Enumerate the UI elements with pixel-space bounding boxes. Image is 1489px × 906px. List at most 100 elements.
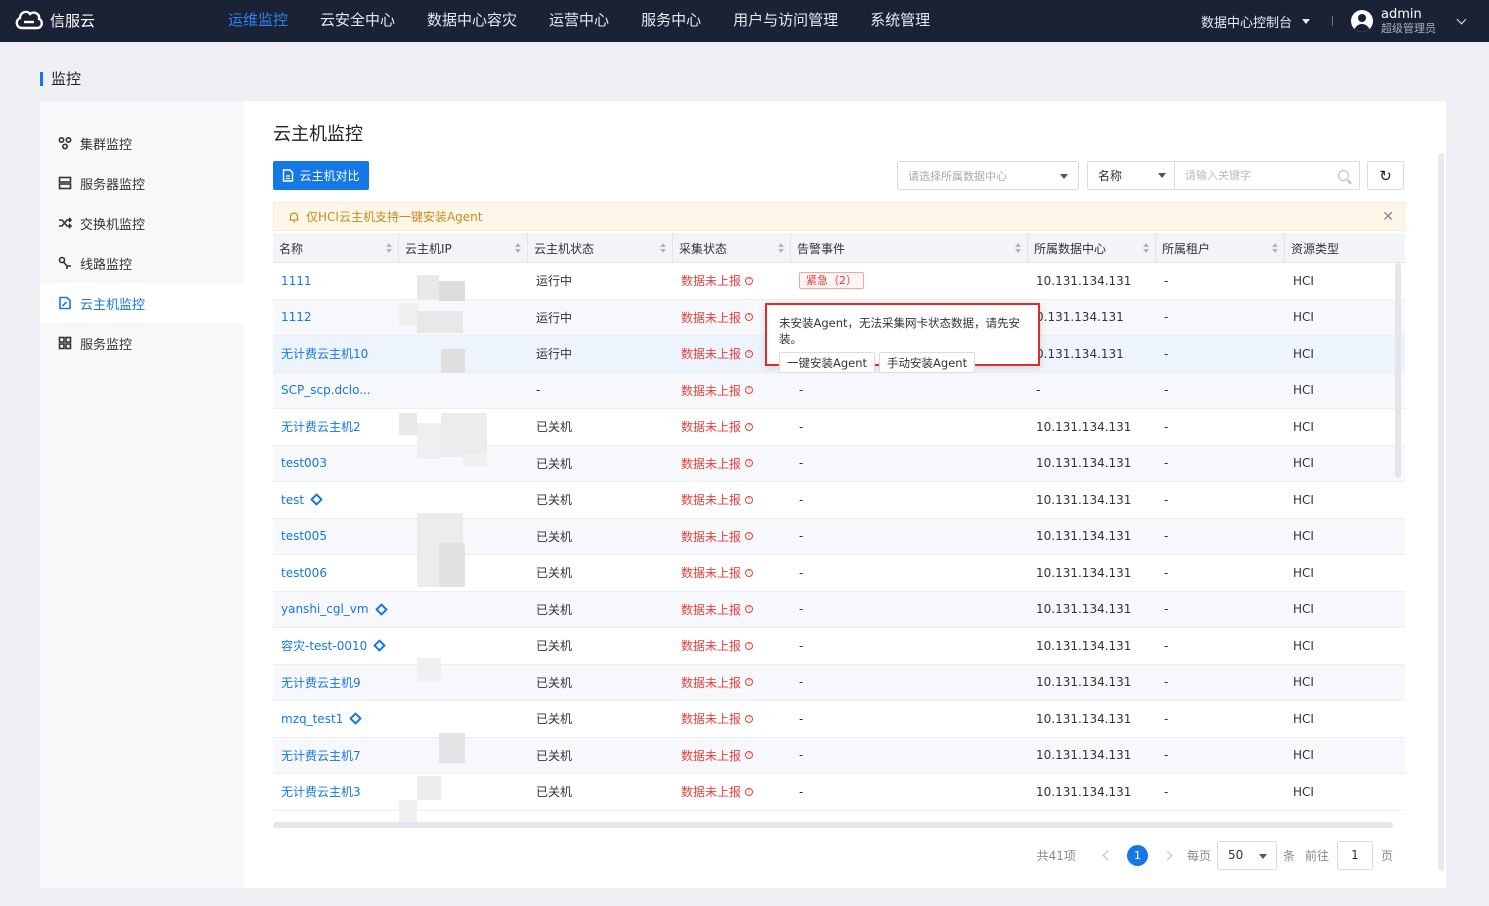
vm-name-link[interactable]: 无计费云主机9 xyxy=(281,674,361,691)
info-icon[interactable]: ! xyxy=(745,495,754,504)
nav-service-center[interactable]: 服务中心 xyxy=(625,0,717,42)
table-row[interactable]: 无计费云主机7 已关机 数据未上报! -10.131.134.131- HCI xyxy=(273,737,1405,774)
one-click-install-agent-button[interactable]: 一键安装Agent xyxy=(779,352,876,373)
info-icon[interactable]: ! xyxy=(745,459,754,468)
vm-name-cell[interactable]: 无计费云主机7 xyxy=(273,738,399,774)
sidebar-item-vm[interactable]: 云主机监控 xyxy=(40,283,244,323)
datacenter-select[interactable]: 请选择所属数据中心 xyxy=(897,161,1079,190)
brand-logo[interactable]: 信服云 xyxy=(14,8,95,32)
close-icon[interactable]: ✕ xyxy=(1382,209,1394,225)
nav-operation-center[interactable]: 运营中心 xyxy=(533,0,625,42)
info-icon[interactable]: ! xyxy=(745,386,754,395)
info-icon[interactable]: ! xyxy=(745,276,754,285)
nav-cloud-security[interactable]: 云安全中心 xyxy=(304,0,411,42)
column-header[interactable]: 名称 xyxy=(273,233,399,263)
page-size-select[interactable]: 50 xyxy=(1216,840,1277,870)
info-icon[interactable]: ! xyxy=(745,641,754,650)
table-row[interactable]: 容灾-test-0010 已关机 数据未上报! -10.131.134.131- HCI xyxy=(273,628,1405,665)
vm-name-cell[interactable]: test006 xyxy=(273,555,399,591)
table-row[interactable]: SCP_scp.dclo... - 数据未上报! - - - HCI xyxy=(273,372,1405,409)
info-icon[interactable]: ! xyxy=(745,313,754,322)
vm-name-link[interactable]: mzq_test1 xyxy=(281,712,343,726)
vm-name-cell[interactable]: 无计费云主机2 xyxy=(273,409,399,445)
column-header[interactable]: 所属租户 xyxy=(1156,233,1285,263)
vm-name-cell[interactable]: 1111 xyxy=(273,263,399,299)
sort-icon[interactable] xyxy=(386,243,392,253)
vm-name-link[interactable]: 容灾-test-0010 xyxy=(281,637,367,654)
info-icon[interactable]: ! xyxy=(745,714,754,723)
column-header[interactable]: 云主机IP xyxy=(399,233,528,263)
table-row[interactable]: test003 已关机 数据未上报! -10.131.134.131- HCI xyxy=(273,445,1405,482)
sidebar-item-server[interactable]: 服务器监控 xyxy=(40,163,244,203)
compare-vm-button[interactable]: 云主机对比 xyxy=(273,161,369,190)
vm-name-link[interactable]: test xyxy=(281,493,304,507)
nav-ops-monitor[interactable]: 运维监控 xyxy=(212,0,304,42)
sidebar-item-switch[interactable]: 交换机监控 xyxy=(40,203,244,243)
sort-icon[interactable] xyxy=(515,243,521,253)
column-header[interactable]: 采集状态 xyxy=(673,233,791,263)
collect-status-cell[interactable]: 数据未上报! xyxy=(673,263,791,299)
console-dropdown[interactable]: 数据中心控制台 xyxy=(1201,12,1310,31)
vm-name-cell[interactable]: 1112 xyxy=(273,300,399,336)
prev-page-icon[interactable] xyxy=(1102,850,1113,860)
vm-name-link[interactable]: test006 xyxy=(281,566,327,580)
next-page-icon[interactable] xyxy=(1162,850,1173,860)
vm-name-cell[interactable]: mzq_test1 xyxy=(273,701,399,737)
table-row[interactable]: test005 已关机 数据未上报! -10.131.134.131- HCI xyxy=(273,518,1405,555)
vm-name-cell[interactable]: SCP_scp.dclo... xyxy=(273,373,399,409)
sort-icon[interactable] xyxy=(1272,243,1278,253)
column-header[interactable]: 云主机状态 xyxy=(528,233,673,263)
collect-status-cell[interactable]: 数据未上报! xyxy=(673,665,791,701)
vm-name-link[interactable]: yanshi_cgl_vm xyxy=(281,602,369,616)
search-input[interactable] xyxy=(1175,162,1338,189)
nav-user-access[interactable]: 用户与访问管理 xyxy=(717,0,854,42)
urgent-alarm-badge[interactable]: 紧急（2） xyxy=(799,272,864,290)
vm-name-cell[interactable]: test003 xyxy=(273,446,399,482)
vm-name-link[interactable]: test005 xyxy=(281,529,327,543)
table-row[interactable]: 无计费云主机2 已关机 数据未上报! -10.131.134.131- HCI xyxy=(273,409,1405,446)
nav-dc-disaster-recovery[interactable]: 数据中心容灾 xyxy=(411,0,533,42)
collect-status-cell[interactable]: 数据未上报! xyxy=(673,592,791,628)
horizontal-scrollbar[interactable] xyxy=(273,822,1393,828)
sort-icon[interactable] xyxy=(778,243,784,253)
info-icon[interactable]: ! xyxy=(745,751,754,760)
table-row[interactable]: test 已关机 数据未上报! -10.131.134.131- HCI xyxy=(273,482,1405,519)
info-icon[interactable]: ! xyxy=(745,605,754,614)
sidebar-item-link[interactable]: 线路监控 xyxy=(40,243,244,283)
table-row[interactable]: 无计费云主机3 已关机 数据未上报! -10.131.134.131- HCI xyxy=(273,774,1405,811)
vm-name-cell[interactable]: 无计费云主机10 xyxy=(273,336,399,372)
vm-name-link[interactable]: 无计费云主机7 xyxy=(281,747,361,764)
vm-name-cell[interactable]: 容灾-test-0010 xyxy=(273,628,399,664)
collect-status-cell[interactable]: 数据未上报! xyxy=(673,446,791,482)
info-icon[interactable]: ! xyxy=(745,422,754,431)
page-number-current[interactable]: 1 xyxy=(1126,844,1148,866)
search-field-select[interactable]: 名称 xyxy=(1088,162,1175,189)
table-row[interactable]: test006 已关机 数据未上报! -10.131.134.131- HCI xyxy=(273,555,1405,592)
sort-icon[interactable] xyxy=(1015,243,1021,253)
vm-name-link[interactable]: 1111 xyxy=(281,274,312,288)
collect-status-cell[interactable]: 数据未上报! xyxy=(673,774,791,810)
collect-status-cell[interactable]: 数据未上报! xyxy=(673,628,791,664)
sidebar-item-cluster[interactable]: 集群监控 xyxy=(40,123,244,163)
info-icon[interactable]: ! xyxy=(745,678,754,687)
table-row[interactable]: mzq_test1 已关机 数据未上报! -10.131.134.131- HCI xyxy=(273,701,1405,738)
collect-status-cell[interactable]: 数据未上报! xyxy=(673,701,791,737)
collect-status-cell[interactable]: 数据未上报! xyxy=(673,482,791,518)
table-row[interactable]: yanshi_cgl_vm 已关机 数据未上报! -10.131.134.131- HC… xyxy=(273,591,1405,628)
sort-icon[interactable] xyxy=(1143,243,1149,253)
column-header[interactable]: 告警事件 xyxy=(791,233,1028,263)
sort-icon[interactable] xyxy=(660,243,666,253)
column-header[interactable]: 资源类型 xyxy=(1285,233,1405,263)
sidebar-item-service[interactable]: 服务监控 xyxy=(40,323,244,363)
vm-name-link[interactable]: 无计费云主机10 xyxy=(281,345,368,362)
vm-name-link[interactable]: 无计费云主机2 xyxy=(281,418,361,435)
info-icon[interactable]: ! xyxy=(745,787,754,796)
info-icon[interactable]: ! xyxy=(745,349,754,358)
collect-status-cell[interactable]: 数据未上报! xyxy=(673,373,791,409)
info-icon[interactable]: ! xyxy=(745,568,754,577)
vm-name-cell[interactable]: yanshi_cgl_vm xyxy=(273,592,399,628)
page-vertical-scrollbar[interactable] xyxy=(1438,153,1444,871)
nav-system-admin[interactable]: 系统管理 xyxy=(854,0,946,42)
table-vertical-scrollbar[interactable] xyxy=(1395,263,1401,478)
collect-status-cell[interactable]: 数据未上报! xyxy=(673,409,791,445)
